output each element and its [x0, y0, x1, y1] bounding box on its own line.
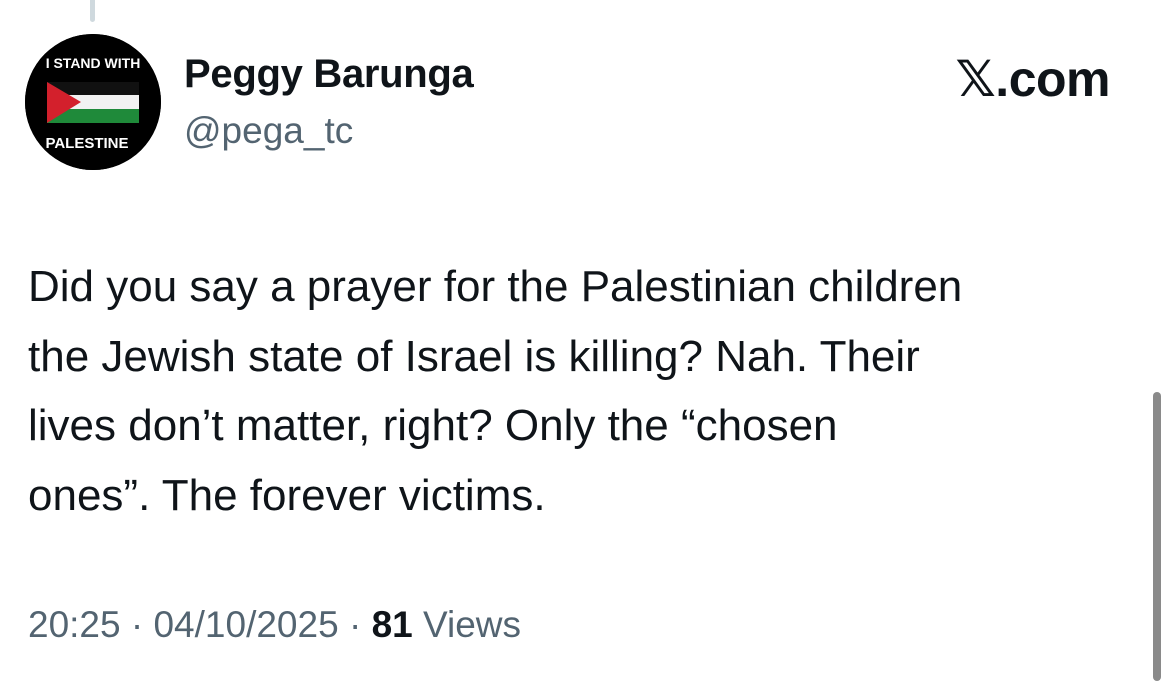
avatar-bottom-text: PALESTINE: [45, 135, 128, 152]
author-display-name[interactable]: Peggy Barunga: [184, 52, 474, 97]
meta-separator: ·: [348, 604, 362, 645]
scrollbar[interactable]: [1153, 392, 1161, 681]
author-handle[interactable]: @pega_tc: [184, 110, 353, 152]
thread-connector-line: [90, 0, 95, 22]
meta-separator: ·: [130, 604, 144, 645]
x-com-watermark: 𝕏.com: [955, 51, 1111, 107]
tweet-date[interactable]: 04/10/2025: [153, 604, 338, 645]
tweet-meta: 20:25 · 04/10/2025 · 81 Views: [28, 604, 521, 646]
tweet-time[interactable]: 20:25: [28, 604, 121, 645]
avatar[interactable]: I STAND WITH PALESTINE: [25, 34, 161, 170]
views-label[interactable]: Views: [423, 604, 521, 645]
palestine-flag-avatar-image: I STAND WITH PALESTINE: [25, 34, 161, 170]
tweet-text: Did you say a prayer for the Palestinian…: [28, 262, 963, 520]
avatar-top-text: I STAND WITH: [46, 55, 141, 71]
views-count[interactable]: 81: [372, 604, 413, 645]
